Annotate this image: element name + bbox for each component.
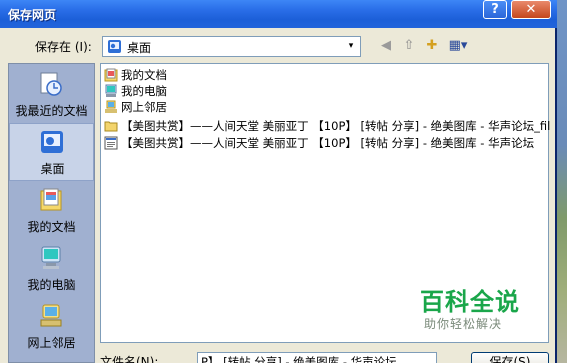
my-computer-icon: [41, 246, 61, 269]
desktop-icon: [108, 40, 121, 53]
new-folder-icon[interactable]: ✚: [422, 36, 442, 56]
help-button[interactable]: ?: [483, 0, 507, 19]
place-my-documents[interactable]: 我的文档: [9, 182, 94, 240]
place-network-places[interactable]: 网上邻居: [9, 298, 94, 356]
network-places-icon: [105, 100, 117, 113]
desktop-icon: [41, 131, 63, 153]
filename-label: 文件名(N):: [100, 355, 159, 363]
up-folder-icon[interactable]: ⇧: [399, 36, 419, 56]
my-documents-icon: [40, 188, 62, 211]
recent-documents-icon: [40, 72, 62, 96]
back-icon[interactable]: ◀: [376, 36, 396, 56]
save-button[interactable]: 保存(S): [471, 352, 549, 363]
place-recent-documents[interactable]: 我最近的文档: [9, 66, 94, 124]
title-bar[interactable]: 保存网页 ? ✕: [0, 0, 557, 28]
desktop-background: [557, 0, 567, 363]
location-text: 桌面: [127, 41, 152, 55]
filename-input[interactable]: P】 [转帖 分享] - 绝美图库 - 华声论坛: [197, 352, 437, 363]
views-menu-icon[interactable]: ▦▾: [446, 36, 470, 56]
place-desktop[interactable]: 桌面: [9, 123, 94, 181]
save-webpage-dialog: 保存网页 ? ✕ 保存在 (I): 桌面 ▾ ◀ ⇧ ✚ ▦▾ 我最近的文档 桌…: [0, 0, 557, 363]
place-my-computer[interactable]: 我的电脑: [9, 240, 94, 298]
html-file-icon: [104, 136, 118, 150]
my-computer-icon: [105, 84, 117, 97]
save-in-hotkey: (I):: [74, 40, 92, 54]
close-button[interactable]: ✕: [511, 0, 551, 19]
filename-value: P】 [转帖 分享] - 绝美图库 - 华声论坛: [201, 355, 397, 363]
my-documents-icon: [104, 68, 118, 82]
watermark-subtitle: 助你轻松解决: [424, 317, 503, 331]
save-in-label: 保存在 (I):: [35, 40, 92, 54]
places-bar: 我最近的文档 桌面 我的文档 我的电脑 网上邻居: [8, 63, 95, 363]
folder-icon: [104, 121, 118, 132]
dialog-title: 保存网页: [8, 8, 57, 22]
chevron-down-icon[interactable]: ▾: [343, 38, 359, 55]
watermark-title: 百科全说: [420, 288, 520, 316]
network-places-icon: [40, 304, 62, 327]
save-in-dropdown[interactable]: 桌面 ▾: [102, 36, 361, 57]
